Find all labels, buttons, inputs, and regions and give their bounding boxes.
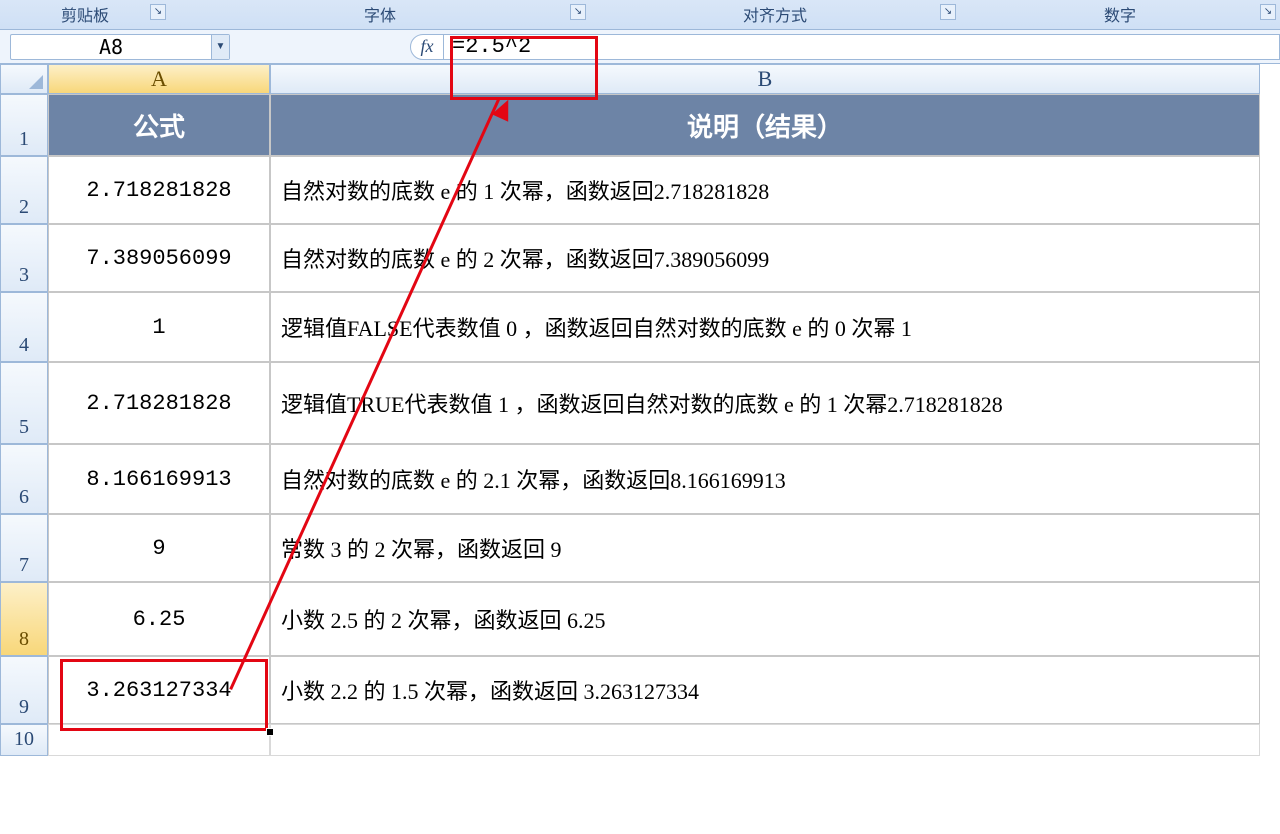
cell-a10[interactable] xyxy=(48,724,270,756)
row-header-7[interactable]: 7 xyxy=(0,514,48,582)
cell-value: 2.718281828 xyxy=(86,391,231,416)
row-header-1[interactable]: 1 xyxy=(0,94,48,156)
cell-value: 6.25 xyxy=(133,607,186,632)
cell-a3[interactable]: 7.389056099 xyxy=(48,224,270,292)
dialog-launcher-icon[interactable]: ↘ xyxy=(1260,4,1276,20)
cell-value: 小数 2.2 的 1.5 次幂，函数返回 3.263127334 xyxy=(281,674,699,706)
cell-b2[interactable]: 自然对数的底数 e 的 1 次幂，函数返回2.718281828 xyxy=(270,156,1260,224)
cell-value: 自然对数的底数 e 的 2.1 次幂，函数返回8.166169913 xyxy=(281,463,786,495)
row-header-5[interactable]: 5 xyxy=(0,362,48,444)
cell-a6[interactable]: 8.166169913 xyxy=(48,444,270,514)
cell-b8[interactable]: 小数 2.5 的 2 次幂，函数返回 6.25 xyxy=(270,582,1260,656)
ribbon-group-clipboard: 剪贴板 ↘ xyxy=(0,0,170,26)
row-header-3[interactable]: 3 xyxy=(0,224,48,292)
ribbon-group-alignment: 对齐方式 ↘ xyxy=(590,0,960,26)
name-box[interactable]: A8 ▼ xyxy=(10,34,230,60)
dialog-launcher-icon[interactable]: ↘ xyxy=(150,4,166,20)
cell-value: 9 xyxy=(152,536,165,561)
cell-value: 逻辑值TRUE代表数值 1 ，函数返回自然对数的底数 e 的 1 次幂2.718… xyxy=(281,387,1003,419)
cell-value: 小数 2.5 的 2 次幂，函数返回 6.25 xyxy=(281,603,606,635)
cell-b5[interactable]: 逻辑值TRUE代表数值 1 ，函数返回自然对数的底数 e 的 1 次幂2.718… xyxy=(270,362,1260,444)
cell-b6[interactable]: 自然对数的底数 e 的 2.1 次幂，函数返回8.166169913 xyxy=(270,444,1260,514)
cell-a4[interactable]: 1 xyxy=(48,292,270,362)
ribbon-group-labels: 剪贴板 ↘ 字体 ↘ 对齐方式 ↘ 数字 ↘ xyxy=(0,0,1280,30)
cell-b3[interactable]: 自然对数的底数 e 的 2 次幂，函数返回7.389056099 xyxy=(270,224,1260,292)
dialog-launcher-icon[interactable]: ↘ xyxy=(570,4,586,20)
row-header-9[interactable]: 9 xyxy=(0,656,48,724)
cell-a1[interactable]: 公式 xyxy=(48,94,270,156)
cell-value: 逻辑值FALSE代表数值 0 ，函数返回自然对数的底数 e 的 0 次幂 1 xyxy=(281,311,912,343)
row-header-4[interactable]: 4 xyxy=(0,292,48,362)
ribbon-group-font: 字体 ↘ xyxy=(170,0,590,26)
cell-a8[interactable]: 6.25 xyxy=(48,582,270,656)
cell-b7[interactable]: 常数 3 的 2 次幂，函数返回 9 xyxy=(270,514,1260,582)
formula-bar-value: =2.5^2 xyxy=(452,34,531,59)
row-header-10[interactable]: 10 xyxy=(0,724,48,756)
cell-value: 自然对数的底数 e 的 2 次幂，函数返回7.389056099 xyxy=(281,242,769,274)
ribbon-group-number: 数字 ↘ xyxy=(960,0,1280,26)
formula-bar-row: A8 ▼ fx =2.5^2 xyxy=(0,30,1280,64)
cell-b9[interactable]: 小数 2.2 的 1.5 次幂，函数返回 3.263127334 xyxy=(270,656,1260,724)
ribbon-group-label: 剪贴板 xyxy=(61,8,109,25)
cell-a9[interactable]: 3.263127334 xyxy=(48,656,270,724)
cell-a7[interactable]: 9 xyxy=(48,514,270,582)
fx-icon: fx xyxy=(421,36,434,57)
spreadsheet-grid[interactable]: A B 1 公式 说明（结果） 2 2.718281828 自然对数的底数 e … xyxy=(0,64,1280,756)
dialog-launcher-icon[interactable]: ↘ xyxy=(940,4,956,20)
cell-b10[interactable] xyxy=(270,724,1260,756)
cell-value: 2.718281828 xyxy=(86,178,231,203)
insert-function-button[interactable]: fx xyxy=(410,34,444,60)
cell-value: 1 xyxy=(152,315,165,340)
cell-a5[interactable]: 2.718281828 xyxy=(48,362,270,444)
row-header-2[interactable]: 2 xyxy=(0,156,48,224)
cell-b1[interactable]: 说明（结果） xyxy=(270,94,1260,156)
cell-value: 说明（结果） xyxy=(687,107,843,144)
cell-value: 8.166169913 xyxy=(86,467,231,492)
cell-value: 7.389056099 xyxy=(86,246,231,271)
name-box-dropdown-icon[interactable]: ▼ xyxy=(211,35,229,59)
name-box-value[interactable]: A8 xyxy=(11,35,211,59)
row-header-6[interactable]: 6 xyxy=(0,444,48,514)
cell-value: 自然对数的底数 e 的 1 次幂，函数返回2.718281828 xyxy=(281,174,769,206)
column-header-b[interactable]: B xyxy=(270,64,1260,94)
cell-value: 常数 3 的 2 次幂，函数返回 9 xyxy=(281,532,562,564)
column-header-a[interactable]: A xyxy=(48,64,270,94)
fill-handle[interactable] xyxy=(266,728,274,736)
ribbon-group-label: 数字 xyxy=(1104,8,1136,25)
ribbon-group-label: 对齐方式 xyxy=(743,8,807,25)
ribbon-group-label: 字体 xyxy=(364,8,396,25)
cell-value: 3.263127334 xyxy=(86,678,231,703)
select-all-button[interactable] xyxy=(0,64,48,94)
formula-bar-input[interactable]: =2.5^2 xyxy=(444,34,1280,60)
cell-b4[interactable]: 逻辑值FALSE代表数值 0 ，函数返回自然对数的底数 e 的 0 次幂 1 xyxy=(270,292,1260,362)
row-header-8[interactable]: 8 xyxy=(0,582,48,656)
cell-a2[interactable]: 2.718281828 xyxy=(48,156,270,224)
cell-value: 公式 xyxy=(133,107,185,144)
